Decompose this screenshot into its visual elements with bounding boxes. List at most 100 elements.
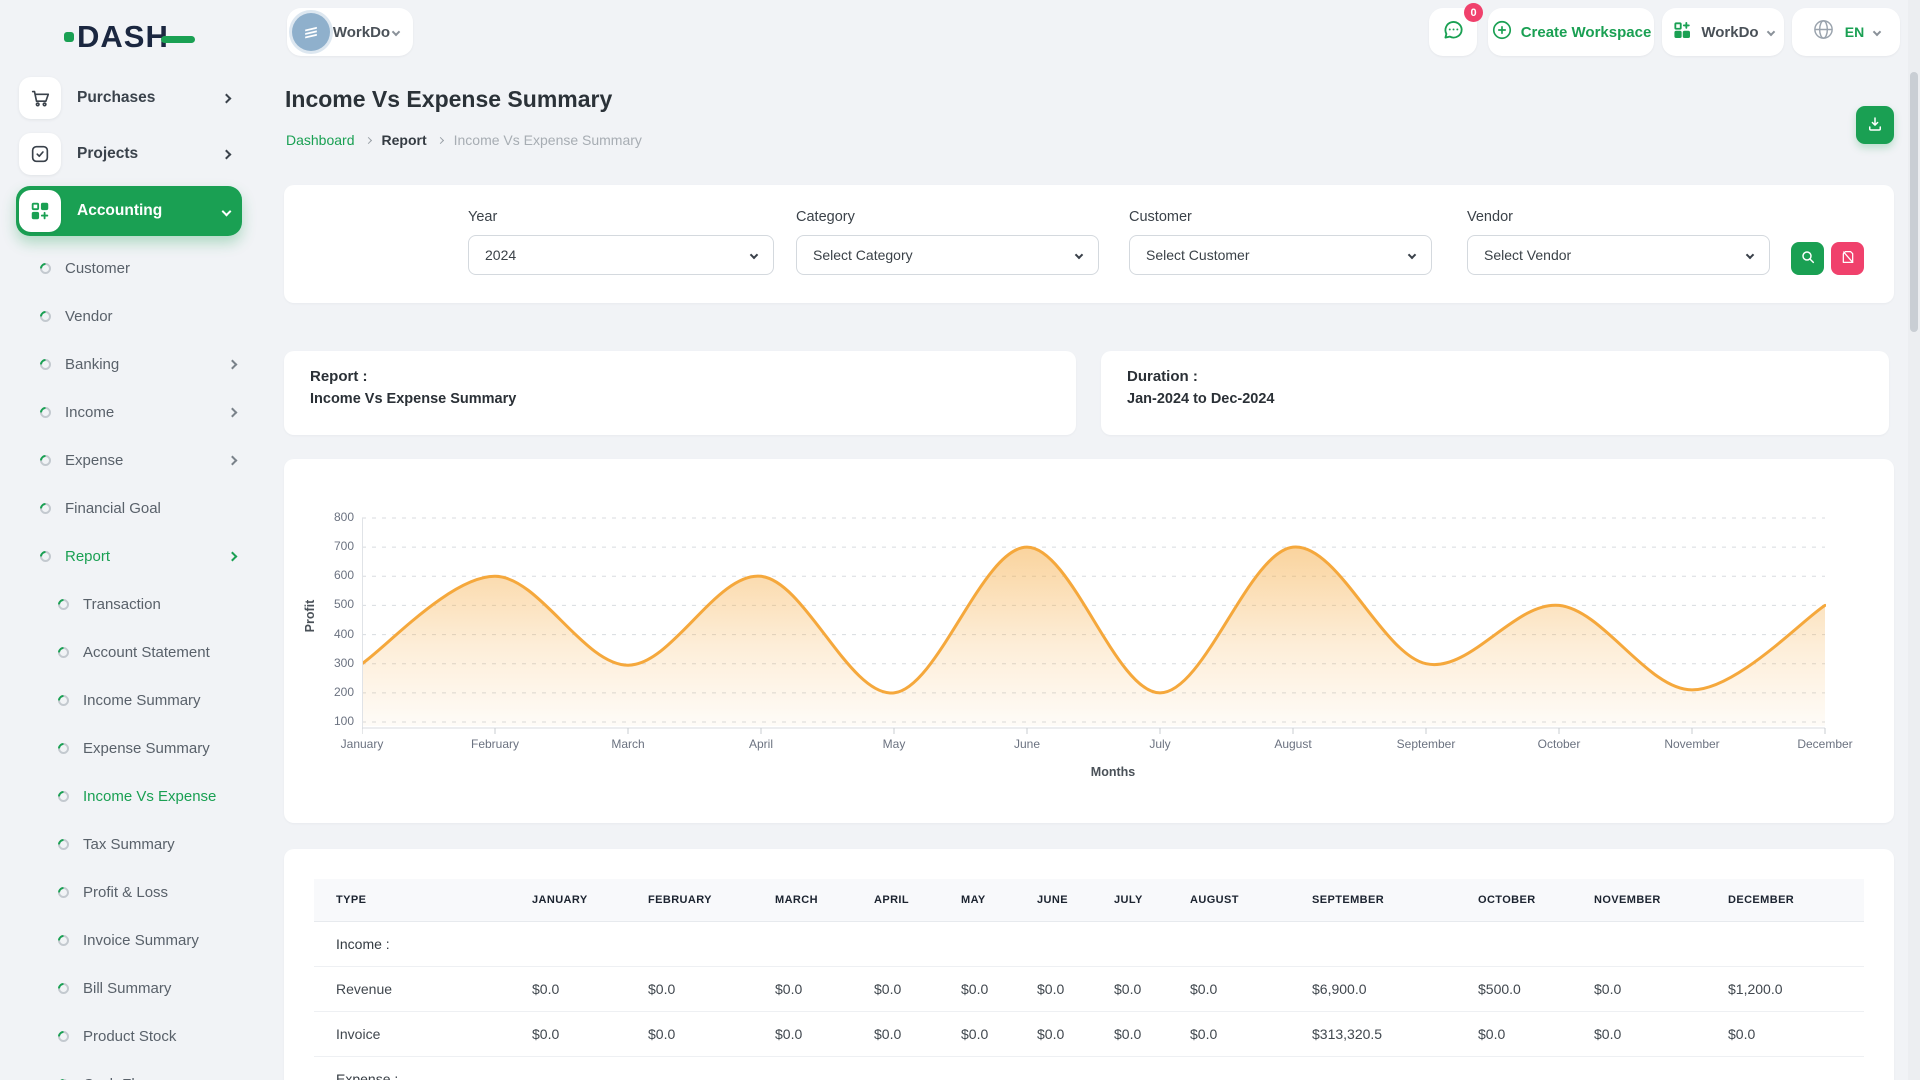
table-section-row: Income : <box>314 921 1864 966</box>
sidebar-item-expense-summary[interactable]: Expense Summary <box>0 724 258 772</box>
language-selector[interactable]: EN <box>1792 8 1900 56</box>
cart-icon <box>19 77 61 119</box>
sidebar-item-label: Income Summary <box>83 692 236 709</box>
sidebar-item-account-statement[interactable]: Account Statement <box>0 628 258 676</box>
sidebar-item-vendor[interactable]: Vendor <box>0 292 258 340</box>
sidebar-item-purchases[interactable]: Purchases <box>16 74 242 122</box>
create-workspace-label: Create Workspace <box>1521 24 1652 41</box>
sidebar-item-banking[interactable]: Banking <box>0 340 258 388</box>
category-label: Category <box>796 209 1099 225</box>
table-cell-value: $0.0 <box>775 1011 874 1056</box>
table-cell-value: $0.0 <box>1190 1011 1312 1056</box>
sidebar-item-label: Transaction <box>83 596 236 613</box>
chevron-right-icon <box>222 93 232 103</box>
sidebar-item-label: Vendor <box>65 308 236 325</box>
vendor-select[interactable]: Select Vendor <box>1467 235 1770 275</box>
bullet-ring-icon <box>56 836 72 852</box>
sidebar-item-income-summary[interactable]: Income Summary <box>0 676 258 724</box>
table-cell-value: $6,900.0 <box>1312 966 1478 1011</box>
customer-select[interactable]: Select Customer <box>1129 235 1432 275</box>
logo-dot-icon <box>64 32 74 42</box>
sidebar-item-report[interactable]: Report <box>0 532 258 580</box>
logo-dash-icon <box>161 36 195 43</box>
sidebar-item-cash-flow[interactable]: Cash Flow <box>0 1060 258 1080</box>
sidebar-item-accounting[interactable]: Accounting <box>16 186 242 236</box>
year-select-value: 2024 <box>485 247 516 263</box>
sidebar-item-income[interactable]: Income <box>0 388 258 436</box>
app-logo[interactable]: DASH <box>64 18 258 56</box>
clear-filter-button[interactable] <box>1831 242 1864 275</box>
messages-button[interactable]: 0 <box>1429 8 1477 56</box>
year-select[interactable]: 2024 <box>468 235 774 275</box>
table-cell-value: $1,200.0 <box>1728 966 1864 1011</box>
chart-x-tick-label: August <box>1233 737 1353 751</box>
apply-filter-button[interactable] <box>1791 242 1824 275</box>
table-column-header: DECEMBER <box>1728 879 1864 921</box>
category-select[interactable]: Select Category <box>796 235 1099 275</box>
breadcrumb-dashboard-link[interactable]: Dashboard <box>286 132 355 148</box>
table-column-header: MARCH <box>775 879 874 921</box>
sidebar-item-label: Report <box>65 548 229 565</box>
chart-x-tick-label: June <box>967 737 1087 751</box>
profit-area-chart <box>362 510 1826 740</box>
chart-x-tick-label: September <box>1366 737 1486 751</box>
chart-y-tick-label: 200 <box>310 685 354 699</box>
workspace-name: WorkDo <box>333 24 390 41</box>
table-column-header: AUGUST <box>1190 879 1312 921</box>
table-column-header: MAY <box>961 879 1037 921</box>
sidebar-item-product-stock[interactable]: Product Stock <box>0 1012 258 1060</box>
chevron-right-icon <box>228 455 238 465</box>
table-cell-value: $0.0 <box>1594 1011 1728 1056</box>
table-cell-value: $0.0 <box>532 1011 648 1056</box>
globe-icon <box>1812 18 1835 46</box>
chevron-down-icon <box>1075 251 1083 259</box>
sidebar-accounting-submenu: Customer Vendor BankingIncomeExpense Financ… <box>0 244 258 580</box>
bullet-ring-icon <box>38 260 54 276</box>
download-report-button[interactable] <box>1856 106 1894 144</box>
table-cell-value: $0.0 <box>874 1011 961 1056</box>
bullet-ring-icon <box>56 980 72 996</box>
breadcrumb-report-link[interactable]: Report <box>382 132 427 148</box>
bullet-ring-icon <box>56 932 72 948</box>
chart-y-axis-title: Profit <box>303 576 317 656</box>
chart-x-tick-label: May <box>834 737 954 751</box>
workspace-switcher[interactable]: WorkDo <box>287 8 413 56</box>
report-summary-card: Report : Income Vs Expense Summary <box>284 351 1076 435</box>
bullet-ring-icon <box>56 596 72 612</box>
chevron-down-icon <box>1766 28 1774 36</box>
duration-value: Jan-2024 to Dec-2024 <box>1127 391 1863 407</box>
table-cell-value: $0.0 <box>961 966 1037 1011</box>
table-row: Revenue$0.0$0.0$0.0$0.0$0.0$0.0$0.0$0.0$… <box>314 966 1864 1011</box>
sidebar-item-income-vs-expense[interactable]: Income Vs Expense <box>0 772 258 820</box>
sidebar-item-invoice-summary[interactable]: Invoice Summary <box>0 916 258 964</box>
chevron-right-icon <box>364 136 371 143</box>
sidebar-item-projects[interactable]: Projects <box>16 130 242 178</box>
sidebar-item-financial-goal[interactable]: Financial Goal <box>0 484 258 532</box>
chart-y-tick-label: 300 <box>310 656 354 670</box>
report-label: Report : <box>310 368 1050 385</box>
sidebar-item-bill-summary[interactable]: Bill Summary <box>0 964 258 1012</box>
bullet-ring-icon <box>56 788 72 804</box>
sidebar-item-customer[interactable]: Customer <box>0 244 258 292</box>
sidebar: DASH Purchases Projects <box>0 0 258 1080</box>
table-cell-type: Revenue <box>314 966 532 1011</box>
vendor-select-value: Select Vendor <box>1484 247 1571 263</box>
sidebar-item-tax-summary[interactable]: Tax Summary <box>0 820 258 868</box>
clear-filter-icon <box>1840 249 1856 268</box>
workdo-menu-button[interactable]: WorkDo <box>1662 8 1784 56</box>
chevron-right-icon <box>228 359 238 369</box>
sidebar-item-label: Financial Goal <box>65 500 236 517</box>
category-select-value: Select Category <box>813 247 913 263</box>
sidebar-item-transaction[interactable]: Transaction <box>0 580 258 628</box>
table-column-header: TYPE <box>314 879 532 921</box>
search-icon <box>1800 249 1816 268</box>
create-workspace-button[interactable]: Create Workspace <box>1488 8 1654 56</box>
bullet-ring-icon <box>38 356 54 372</box>
year-filter: Year 2024 <box>468 209 774 275</box>
chart-x-axis-title: Months <box>1053 765 1173 779</box>
sidebar-item-profit-loss[interactable]: Profit & Loss <box>0 868 258 916</box>
sidebar-item-expense[interactable]: Expense <box>0 436 258 484</box>
vendor-label: Vendor <box>1467 209 1770 225</box>
page-scrollbar-thumb[interactable] <box>1910 72 1918 332</box>
category-filter: Category Select Category <box>796 209 1099 275</box>
